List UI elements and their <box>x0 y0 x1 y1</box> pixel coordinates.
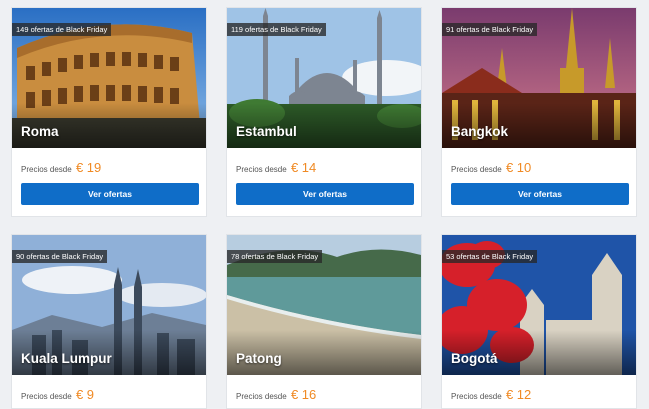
offers-badge: 78 ofertas de Black Friday <box>227 250 323 263</box>
price-label: Precios desde <box>451 392 502 401</box>
price-label: Precios desde <box>21 392 72 401</box>
price-row: Precios desde € 16 <box>236 387 316 402</box>
price-row: Precios desde € 10 <box>451 160 531 175</box>
price-label: Precios desde <box>451 165 502 174</box>
city-name: Bogotá <box>451 351 498 366</box>
offers-badge: 91 ofertas de Black Friday <box>442 23 538 36</box>
city-name: Bangkok <box>451 124 509 139</box>
price-value: € 10 <box>505 160 532 175</box>
destination-card-patong[interactable]: 78 ofertas de Black Friday Patong Precio… <box>226 234 422 409</box>
destination-photo[interactable]: 149 ofertas de Black Friday Roma <box>12 8 206 148</box>
price-value: € 19 <box>75 160 102 175</box>
price-row: Precios desde € 14 <box>236 160 316 175</box>
price-value: € 16 <box>290 387 317 402</box>
price-label: Precios desde <box>236 165 287 174</box>
city-name: Estambul <box>236 124 297 139</box>
offers-badge: 149 ofertas de Black Friday <box>12 23 112 36</box>
view-offers-button[interactable]: Ver ofertas <box>236 183 414 205</box>
price-label: Precios desde <box>236 392 287 401</box>
destination-photo[interactable]: 119 ofertas de Black Friday Estambul <box>227 8 421 148</box>
destination-photo[interactable]: 90 ofertas de Black Friday Kuala Lumpur <box>12 235 206 375</box>
destination-card-bogota[interactable]: 53 ofertas de Black Friday Bogotá Precio… <box>441 234 637 409</box>
price-value: € 14 <box>290 160 317 175</box>
view-offers-button[interactable]: Ver ofertas <box>451 183 629 205</box>
destination-card-kuala-lumpur[interactable]: 90 ofertas de Black Friday Kuala Lumpur … <box>11 234 207 409</box>
price-label: Precios desde <box>21 165 72 174</box>
destination-photo[interactable]: 78 ofertas de Black Friday Patong <box>227 235 421 375</box>
offers-badge: 119 ofertas de Black Friday <box>227 23 326 36</box>
deals-grid: 149 ofertas de Black Friday Roma Precios… <box>0 0 649 409</box>
price-value: € 12 <box>505 387 532 402</box>
view-offers-button[interactable]: Ver ofertas <box>21 183 199 205</box>
price-row: Precios desde € 9 <box>21 387 94 402</box>
offers-badge: 53 ofertas de Black Friday <box>442 250 538 263</box>
price-row: Precios desde € 19 <box>21 160 101 175</box>
destination-card-estambul[interactable]: 119 ofertas de Black Friday Estambul Pre… <box>226 7 422 217</box>
destination-card-roma[interactable]: 149 ofertas de Black Friday Roma Precios… <box>11 7 207 217</box>
destination-photo[interactable]: 53 ofertas de Black Friday Bogotá <box>442 235 636 375</box>
city-name: Roma <box>21 124 59 139</box>
price-value: € 9 <box>75 387 95 402</box>
city-name: Kuala Lumpur <box>21 351 112 366</box>
city-name: Patong <box>236 351 282 366</box>
destination-card-bangkok[interactable]: 91 ofertas de Black Friday Bangkok Preci… <box>441 7 637 217</box>
offers-badge: 90 ofertas de Black Friday <box>12 250 108 263</box>
price-row: Precios desde € 12 <box>451 387 531 402</box>
destination-photo[interactable]: 91 ofertas de Black Friday Bangkok <box>442 8 636 148</box>
